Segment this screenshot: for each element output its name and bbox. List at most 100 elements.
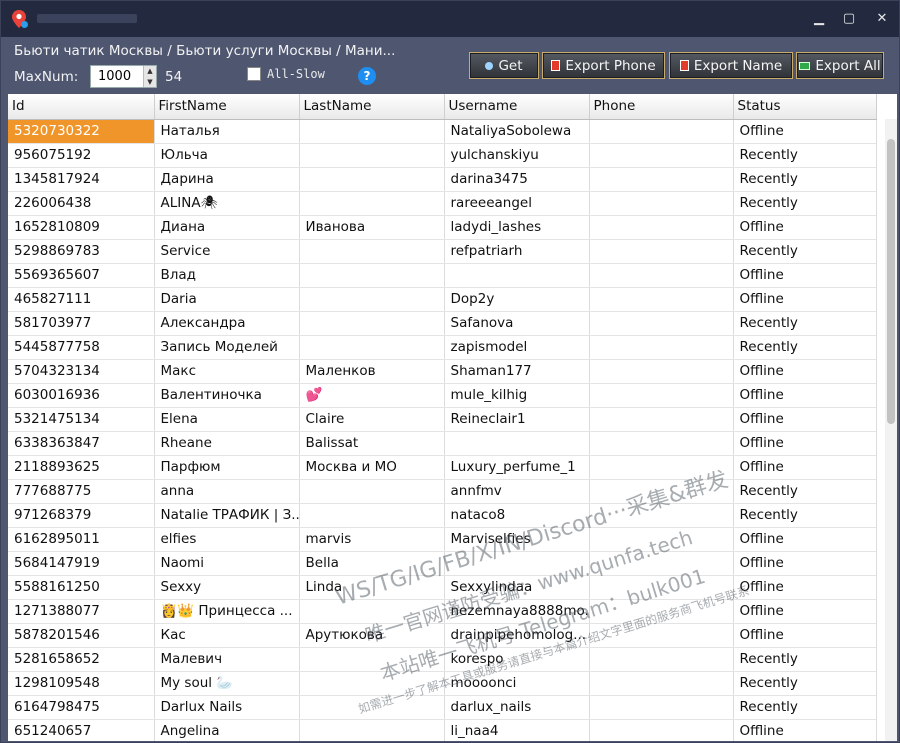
cell-lastname[interactable]: Иванова bbox=[299, 215, 445, 240]
cell-id[interactable]: 5704323134 bbox=[8, 359, 155, 384]
cell-status[interactable]: Offline bbox=[733, 215, 877, 240]
cell-id[interactable]: 2118893625 bbox=[8, 455, 155, 480]
cell-phone[interactable] bbox=[589, 143, 734, 168]
cell-status[interactable]: Offline bbox=[733, 383, 877, 408]
cell-status[interactable]: Recently bbox=[733, 647, 877, 672]
cell-lastname[interactable]: 💕 bbox=[299, 383, 445, 408]
cell-status[interactable]: Offline bbox=[733, 287, 877, 312]
help-icon[interactable]: ? bbox=[358, 67, 376, 85]
cell-username[interactable]: Shaman177 bbox=[444, 359, 590, 384]
cell-lastname[interactable]: Linda bbox=[299, 575, 445, 600]
cell-firstname[interactable]: Валентиночка bbox=[154, 383, 300, 408]
cell-status[interactable]: Recently bbox=[733, 167, 877, 192]
cell-firstname[interactable]: Дарина bbox=[154, 167, 300, 192]
cell-firstname[interactable]: Макс bbox=[154, 359, 300, 384]
cell-phone[interactable] bbox=[589, 647, 734, 672]
cell-firstname[interactable]: anna bbox=[154, 479, 300, 504]
cell-id[interactable]: 6030016936 bbox=[8, 383, 155, 408]
get-button[interactable]: Get bbox=[469, 52, 539, 79]
table-row[interactable]: 5321475134 Elena Claire Reineclair1 Offline bbox=[8, 407, 877, 432]
cell-lastname[interactable] bbox=[299, 671, 445, 696]
table-row[interactable]: 5320730322 Наталья NataliyaSobolewa Offline bbox=[8, 119, 877, 144]
table-row[interactable]: 1345817924 Дарина darina3475 Recently bbox=[8, 167, 877, 192]
column-header-id[interactable]: Id bbox=[8, 94, 155, 120]
cell-id[interactable]: 777688775 bbox=[8, 479, 155, 504]
cell-status[interactable]: Recently bbox=[733, 479, 877, 504]
cell-phone[interactable] bbox=[589, 407, 734, 432]
export-name-button[interactable]: Export Name bbox=[669, 52, 793, 79]
cell-firstname[interactable]: Service bbox=[154, 239, 300, 264]
table-row[interactable]: 651240657 Angelina li_naa4 Offline bbox=[8, 719, 877, 741]
maxnum-input[interactable] bbox=[91, 66, 143, 87]
cell-phone[interactable] bbox=[589, 383, 734, 408]
cell-status[interactable]: Offline bbox=[733, 623, 877, 648]
cell-lastname[interactable] bbox=[299, 263, 445, 288]
cell-firstname[interactable]: Angelina bbox=[154, 719, 300, 741]
cell-username[interactable]: yulchanskiyu bbox=[444, 143, 590, 168]
cell-id[interactable]: 1298109548 bbox=[8, 671, 155, 696]
cell-username[interactable]: Luxury_perfume_1 bbox=[444, 455, 590, 480]
cell-id[interactable]: 465827111 bbox=[8, 287, 155, 312]
scrollbar-thumb[interactable] bbox=[887, 139, 895, 424]
cell-username[interactable]: li_naa4 bbox=[444, 719, 590, 741]
cell-phone[interactable] bbox=[589, 527, 734, 552]
cell-lastname[interactable] bbox=[299, 503, 445, 528]
cell-lastname[interactable] bbox=[299, 695, 445, 720]
cell-lastname[interactable] bbox=[299, 647, 445, 672]
cell-phone[interactable] bbox=[589, 575, 734, 600]
cell-firstname[interactable]: ALINA🕷 bbox=[154, 191, 300, 216]
cell-lastname[interactable]: Москва и МО bbox=[299, 455, 445, 480]
table-row[interactable]: 5588161250 Sexxy Linda Sexxylindaa Offline bbox=[8, 575, 877, 600]
cell-username[interactable]: Dop2y bbox=[444, 287, 590, 312]
cell-phone[interactable] bbox=[589, 191, 734, 216]
cell-firstname[interactable]: Rheane bbox=[154, 431, 300, 456]
cell-id[interactable]: 956075192 bbox=[8, 143, 155, 168]
spin-up-icon[interactable]: ▲ bbox=[144, 66, 156, 77]
table-row[interactable]: 5684147919 Naomi Bella Offline bbox=[8, 551, 877, 576]
table-row[interactable]: 1298109548 My soul 🦢 mooooncі Recently bbox=[8, 671, 877, 696]
cell-id[interactable]: 5588161250 bbox=[8, 575, 155, 600]
cell-firstname[interactable]: Юльча bbox=[154, 143, 300, 168]
cell-status[interactable]: Offline bbox=[733, 431, 877, 456]
cell-phone[interactable] bbox=[589, 479, 734, 504]
cell-status[interactable]: Offline bbox=[733, 407, 877, 432]
table-row[interactable]: 465827111 Daria Dop2y Offline bbox=[8, 287, 877, 312]
maximize-button[interactable]: ▢ bbox=[839, 10, 859, 28]
cell-status[interactable]: Offline bbox=[733, 599, 877, 624]
cell-id[interactable]: 5321475134 bbox=[8, 407, 155, 432]
cell-id[interactable]: 6338363847 bbox=[8, 431, 155, 456]
cell-firstname[interactable]: Диана bbox=[154, 215, 300, 240]
cell-status[interactable]: Offline bbox=[733, 527, 877, 552]
cell-phone[interactable] bbox=[589, 551, 734, 576]
table-row[interactable]: 5569365607 Влад Offline bbox=[8, 263, 877, 288]
cell-id[interactable]: 6164798475 bbox=[8, 695, 155, 720]
cell-status[interactable]: Offline bbox=[733, 575, 877, 600]
cell-id[interactable]: 6162895011 bbox=[8, 527, 155, 552]
table-row[interactable]: 5704323134 Макс Маленков Shaman177 Offline bbox=[8, 359, 877, 384]
export-phone-button[interactable]: Export Phone bbox=[542, 52, 665, 79]
cell-phone[interactable] bbox=[589, 599, 734, 624]
cell-status[interactable]: Offline bbox=[733, 455, 877, 480]
cell-lastname[interactable]: Claire bbox=[299, 407, 445, 432]
table-row[interactable]: 6030016936 Валентиночка 💕 mule_kilhig Offlin… bbox=[8, 383, 877, 408]
cell-username[interactable]: darlux_nails bbox=[444, 695, 590, 720]
cell-lastname[interactable]: marvis bbox=[299, 527, 445, 552]
all-slow-checkbox[interactable] bbox=[247, 67, 261, 81]
cell-firstname[interactable]: Парфюм bbox=[154, 455, 300, 480]
table-row[interactable]: 1652810809 Диана Иванова ladydi_lashes Offli… bbox=[8, 215, 877, 240]
cell-username[interactable]: mule_kilhig bbox=[444, 383, 590, 408]
cell-firstname[interactable]: elfies bbox=[154, 527, 300, 552]
cell-username[interactable]: Sexxylindaa bbox=[444, 575, 590, 600]
table-row[interactable]: 6162895011 elfies marvis Marviselfies Offlin… bbox=[8, 527, 877, 552]
cell-lastname[interactable] bbox=[299, 479, 445, 504]
cell-id[interactable]: 651240657 bbox=[8, 719, 155, 741]
export-all-button[interactable]: Export All bbox=[796, 52, 884, 79]
table-row[interactable]: 956075192 Юльча yulchanskiyu Recently bbox=[8, 143, 877, 168]
cell-username[interactable] bbox=[444, 551, 590, 576]
minimize-button[interactable]: ▁ bbox=[809, 10, 829, 28]
cell-id[interactable]: 5320730322 bbox=[8, 119, 155, 144]
cell-id[interactable]: 581703977 bbox=[8, 311, 155, 336]
cell-username[interactable]: annfmv bbox=[444, 479, 590, 504]
cell-lastname[interactable] bbox=[299, 119, 445, 144]
cell-firstname[interactable]: Darlux Nails bbox=[154, 695, 300, 720]
